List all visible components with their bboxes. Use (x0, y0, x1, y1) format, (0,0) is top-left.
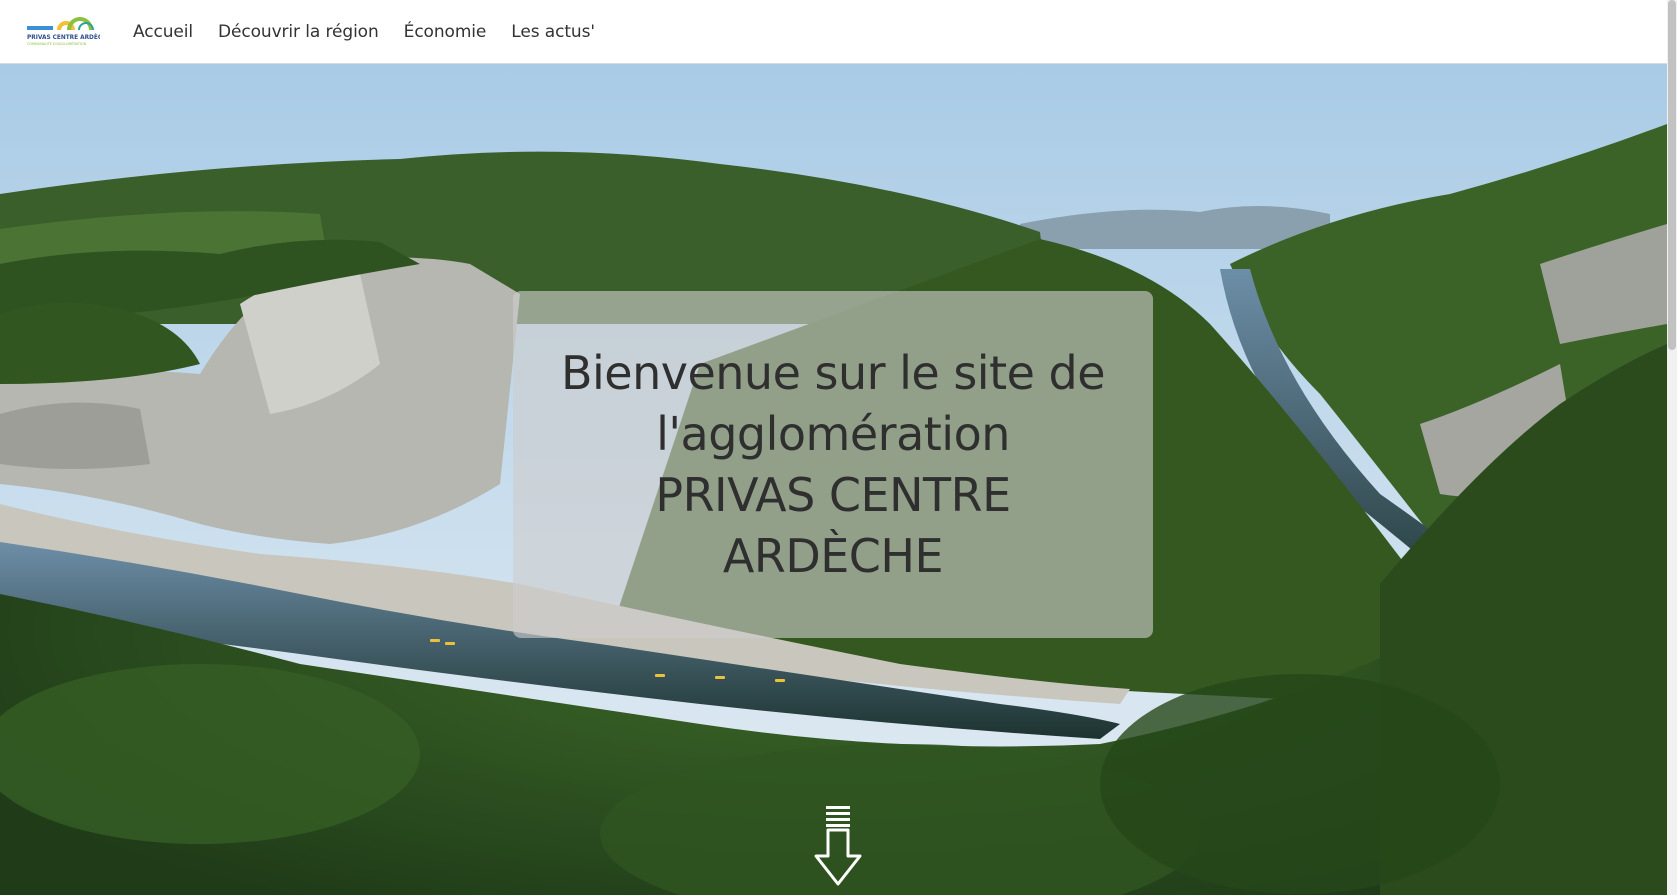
nav-link-decouvrir[interactable]: Découvrir la région (218, 22, 379, 42)
site-logo[interactable]: PRIVAS CENTRE ARDÈCHE COMMUNAUTÉ D'AGGLO… (27, 15, 100, 49)
welcome-title-line2: l'agglomération (656, 406, 1010, 461)
agglo-logo-icon: PRIVAS CENTRE ARDÈCHE COMMUNAUTÉ D'AGGLO… (27, 17, 100, 46)
logo-text-line2: COMMUNAUTÉ D'AGGLOMÉRATION (27, 41, 87, 46)
nav-link-accueil[interactable]: Accueil (133, 22, 193, 42)
scrollbar-thumb[interactable] (1668, 0, 1676, 350)
page-scrollbar[interactable] (1667, 0, 1677, 895)
welcome-title-line3: PRIVAS CENTRE (655, 467, 1011, 522)
nav-link-actus[interactable]: Les actus' (511, 22, 595, 42)
nav-link-economie[interactable]: Économie (404, 22, 487, 42)
scroll-down-button[interactable] (812, 806, 864, 888)
arrow-down-icon (814, 806, 862, 886)
welcome-title-line4: ARDÈCHE (722, 528, 944, 583)
welcome-banner: Bienvenue sur le site de l'agglomération… (513, 291, 1153, 638)
logo-text-line1: PRIVAS CENTRE ARDÈCHE (27, 33, 100, 41)
welcome-title-line1: Bienvenue sur le site de (560, 345, 1106, 400)
site-header: PRIVAS CENTRE ARDÈCHE COMMUNAUTÉ D'AGGLO… (0, 0, 1667, 64)
hero-section: Bienvenue sur le site de l'agglomération… (0, 64, 1667, 895)
main-nav: Accueil Découvrir la région Économie Les… (133, 0, 595, 63)
